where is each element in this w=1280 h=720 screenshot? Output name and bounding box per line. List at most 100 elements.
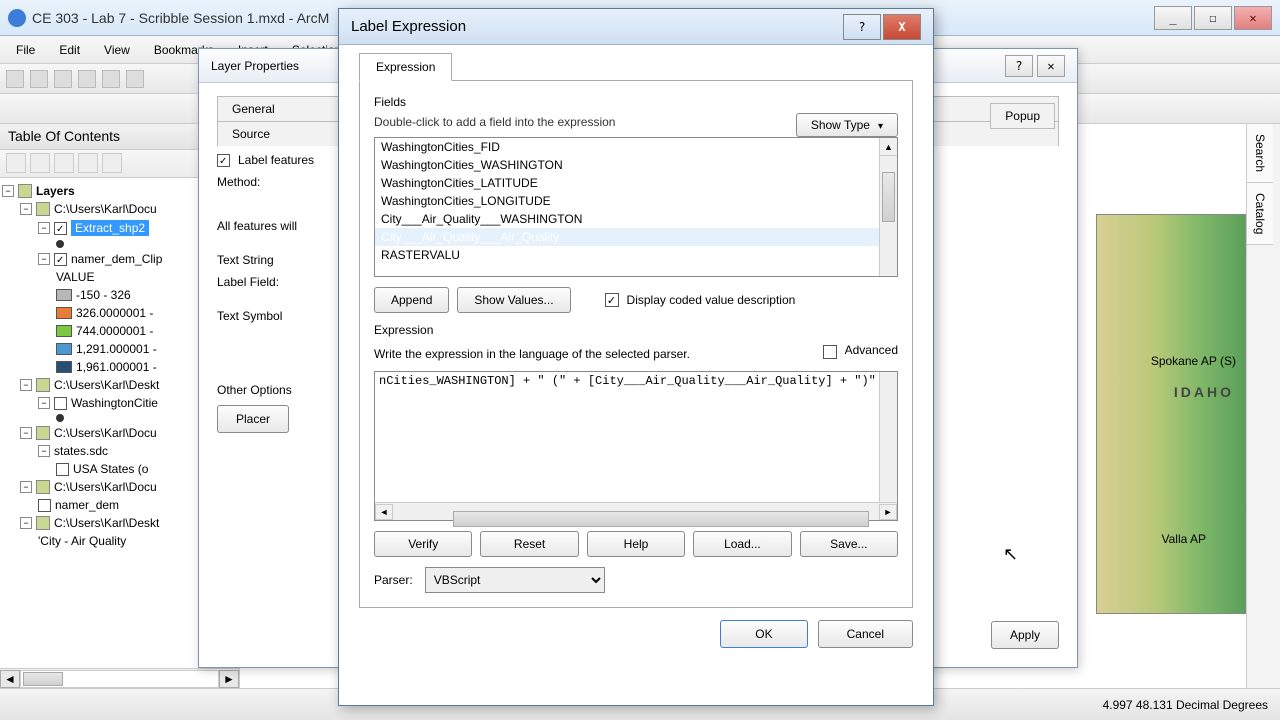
label-features-checkbox[interactable] [217,154,230,167]
layer-label-selected[interactable]: Extract_shp2 [71,220,149,236]
layer-checkbox[interactable] [38,499,51,512]
display-coded-label: Display coded value description [627,293,796,307]
group-label[interactable]: C:\Users\Karl\Deskt [54,516,159,530]
layer-label[interactable]: 'City - Air Quality [38,534,126,548]
layer-checkbox[interactable] [54,253,67,266]
layer-checkbox[interactable] [54,222,67,235]
verify-button[interactable]: Verify [374,531,472,557]
show-type-button[interactable]: Show Type [796,113,898,137]
collapse-icon[interactable]: − [20,203,32,215]
minimize-button[interactable]: _ [1154,6,1192,30]
layer-label[interactable]: WashingtonCitie [71,396,158,410]
list-by-source-icon[interactable] [30,153,50,173]
group-label[interactable]: C:\Users\Karl\Docu [54,426,157,440]
field-item[interactable]: RASTERVALU [375,246,879,264]
layer-checkbox[interactable] [54,397,67,410]
options-icon[interactable] [102,153,122,173]
toc-hscrollbar[interactable]: ◄ ► [0,668,239,688]
collapse-icon[interactable]: − [38,445,50,457]
group-label[interactable]: C:\Users\Karl\Deskt [54,378,159,392]
layer-label[interactable]: namer_dem [55,498,119,512]
layer-checkbox[interactable] [56,463,69,476]
lp-tab-popup[interactable]: Popup [990,103,1055,129]
collapse-icon[interactable]: − [38,222,50,234]
fields-scrollbar[interactable]: ▲ [879,138,897,276]
collapse-icon[interactable]: − [2,185,14,197]
field-item[interactable]: City___Air_Quality___WASHINGTON [375,210,879,228]
layer-label[interactable]: USA States (o [73,462,148,476]
expr-hscrollbar[interactable]: ◄ ► [375,502,897,520]
collapse-icon[interactable]: − [20,379,32,391]
field-item[interactable]: WashingtonCities_FID [375,138,879,156]
scroll-right-icon[interactable]: ► [879,504,897,520]
scroll-up-icon[interactable]: ▲ [880,138,897,156]
group-label[interactable]: C:\Users\Karl\Docu [54,480,157,494]
menu-edit[interactable]: Edit [49,39,90,61]
list-by-selection-icon[interactable] [78,153,98,173]
catalog-tab[interactable]: Catalog [1247,183,1273,245]
advanced-checkbox[interactable] [823,345,837,359]
parser-select[interactable]: VBScript [425,567,605,593]
list-by-drawing-order-icon[interactable] [6,153,26,173]
legend-label: 1,291.000001 - [76,342,157,356]
open-icon[interactable] [30,70,48,88]
fields-listbox[interactable]: WashingtonCities_FID WashingtonCities_WA… [374,137,898,277]
layer-label[interactable]: states.sdc [54,444,108,458]
collapse-icon[interactable]: − [20,517,32,529]
display-coded-checkbox[interactable]: ✓ [605,293,619,307]
collapse-icon[interactable]: − [38,253,50,265]
field-item[interactable]: WashingtonCities_WASHINGTON [375,156,879,174]
lp-close-button[interactable]: ✕ [1037,55,1065,77]
append-button[interactable]: Append [374,287,449,313]
cancel-button[interactable]: Cancel [818,620,913,648]
scroll-thumb[interactable] [882,172,895,222]
maximize-button[interactable]: ☐ [1194,6,1232,30]
expression-text: nCities_WASHINGTON] + " (" + [City___Air… [379,374,879,388]
reset-button[interactable]: Reset [480,531,578,557]
collapse-icon[interactable]: − [20,427,32,439]
folder-icon [36,516,50,530]
scroll-thumb[interactable] [23,672,63,686]
save-icon[interactable] [54,70,72,88]
load-button[interactable]: Load... [693,531,791,557]
show-values-button[interactable]: Show Values... [457,287,570,313]
list-by-visibility-icon[interactable] [54,153,74,173]
copy-icon[interactable] [126,70,144,88]
scroll-left-icon[interactable]: ◄ [0,670,20,688]
lp-apply-button[interactable]: Apply [991,621,1059,649]
menu-view[interactable]: View [94,39,140,61]
collapse-icon[interactable]: − [20,481,32,493]
ok-button[interactable]: OK [720,620,807,648]
label-field-label: Label Field: [217,275,279,289]
expression-textbox[interactable]: nCities_WASHINGTON] + " (" + [City___Air… [374,371,898,521]
expression-tab[interactable]: Expression [359,53,452,81]
scroll-thumb[interactable] [453,511,869,527]
layer-label[interactable]: namer_dem_Clip [71,252,162,266]
scroll-right-icon[interactable]: ► [219,670,239,688]
layers-root[interactable]: Layers [36,184,75,198]
close-button[interactable]: ✕ [1234,6,1272,30]
field-item-selected[interactable]: City___Air_Quality___Air_Quality [375,228,879,246]
value-header: VALUE [56,270,94,284]
search-tab[interactable]: Search [1247,124,1273,183]
menu-file[interactable]: File [6,39,45,61]
field-item[interactable]: WashingtonCities_LATITUDE [375,174,879,192]
save-button[interactable]: Save... [800,531,898,557]
ld-close-button[interactable]: X [883,14,921,40]
group-label[interactable]: C:\Users\Karl\Docu [54,202,157,216]
map-label-spokane: Spokane AP (S) [1151,354,1236,368]
ld-help-button[interactable]: ? [843,14,881,40]
new-icon[interactable] [6,70,24,88]
print-icon[interactable] [78,70,96,88]
collapse-icon[interactable]: − [38,397,50,409]
field-item[interactable]: WashingtonCities_LONGITUDE [375,192,879,210]
point-symbol-icon [56,414,64,422]
scroll-left-icon[interactable]: ◄ [375,504,393,520]
placement-button[interactable]: Placer [217,405,289,433]
expr-vscrollbar[interactable] [879,372,897,502]
ld-titlebar[interactable]: Label Expression ? X [339,9,933,45]
cut-icon[interactable] [102,70,120,88]
lp-help-button[interactable]: ? [1005,55,1033,77]
help-button[interactable]: Help [587,531,685,557]
label-features-label: Label features [238,153,314,167]
